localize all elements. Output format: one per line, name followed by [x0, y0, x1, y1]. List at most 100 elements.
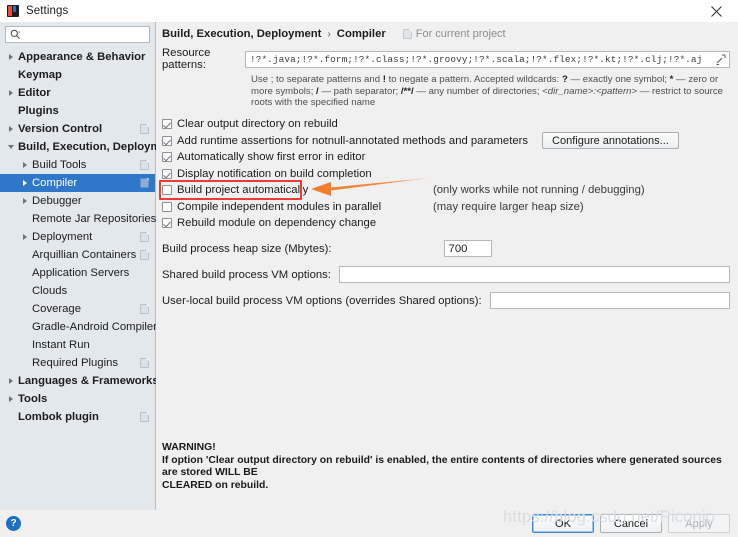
chevron-right-icon[interactable] [4, 90, 18, 96]
chevron-down-icon[interactable] [4, 145, 18, 149]
sidebar-item-label: Lombok plugin [18, 411, 99, 423]
warning-line-2: CLEARED on rebuild. [162, 479, 269, 491]
sidebar-item-label: Deployment [32, 231, 93, 243]
configure-annotations-button[interactable]: Configure annotations... [542, 132, 679, 150]
field-input-build-process-heap-size[interactable]: 700 [443, 240, 492, 258]
resource-patterns-label: Resource patterns: [162, 47, 211, 71]
sidebar-item-required-plugins[interactable]: Required Plugins [0, 354, 155, 372]
search-input[interactable] [21, 28, 136, 41]
sidebar-item-tools[interactable]: Tools [0, 390, 155, 408]
checkbox-row-compile-independent-modules-in[interactable]: Compile independent modules in parallel (… [162, 198, 738, 215]
resource-patterns-input[interactable]: !?*.java;!?*.form;!?*.class;!?*.groovy;!… [245, 50, 730, 68]
ok-button[interactable]: OK [532, 514, 594, 533]
hint-seg-3: to negate a pattern. Accepted wildcards: [385, 74, 562, 85]
hint-seg-11: — any number of directories; [413, 85, 543, 97]
sidebar-item-keymap[interactable]: Keymap [0, 66, 155, 84]
sidebar-item-coverage[interactable]: Coverage [0, 300, 155, 318]
sidebar-item-application-servers[interactable]: Application Servers [0, 264, 155, 282]
dialog-body: Appearance & Behavior Keymap Editor Plugins… [0, 22, 738, 510]
hint-seg-14: name [351, 97, 376, 109]
checkbox-row-clear-output-directory-on[interactable]: Clear output directory on rebuild [162, 116, 738, 133]
checkbox-automatically-show-first-error[interactable] [162, 152, 172, 163]
title-bar: Settings [0, 0, 738, 22]
checkbox-row-build-project-automatically[interactable]: Build project automatically (only works w… [162, 182, 738, 199]
field-row-build-process-heap-size: Build process heap size (Mbytes): 700 [162, 240, 738, 258]
cancel-button[interactable]: Cancel [600, 514, 662, 533]
breadcrumb-parent[interactable]: Build, Execution, Deployment [162, 28, 321, 40]
sidebar-item-build-execution-deployment[interactable]: Build, Execution, Deployment [0, 138, 177, 156]
chevron-right-icon[interactable] [18, 198, 32, 204]
checkbox-clear-output-directory-on[interactable] [162, 119, 172, 130]
chevron-right-icon[interactable] [4, 396, 18, 402]
sidebar-item-languages-frameworks[interactable]: Languages & Frameworks [0, 372, 159, 390]
checkbox-row-rebuild-module-on-dependency[interactable]: Rebuild module on dependency change [162, 215, 738, 232]
sidebar-item-plugins[interactable]: Plugins [0, 102, 155, 120]
settings-tree: Appearance & Behavior Keymap Editor Plugins… [0, 48, 177, 426]
compiler-options-list: Clear output directory on rebuild Add run… [156, 116, 738, 232]
sidebar-item-version-control[interactable]: Version Control [0, 120, 155, 138]
field-label: Shared build process VM options: [162, 268, 331, 281]
sidebar-item-label: Keymap [18, 69, 62, 81]
checkbox-note: (may require larger heap size) [433, 200, 584, 213]
breadcrumb-separator: › [327, 28, 331, 40]
close-icon[interactable] [694, 0, 738, 22]
checkbox-label: Build project automatically [177, 184, 309, 197]
checkbox-row-display-notification-on-build[interactable]: Display notification on build completion [162, 165, 738, 182]
checkbox-label: Rebuild module on dependency change [177, 217, 377, 230]
field-input-user-local-build-process[interactable] [489, 292, 730, 310]
sidebar-item-editor[interactable]: Editor [0, 84, 155, 102]
sidebar-item-compiler[interactable]: Compiler [0, 174, 155, 192]
checkbox-display-notification-on-build[interactable] [162, 168, 172, 179]
sidebar-item-instant-run[interactable]: Instant Run [0, 336, 155, 354]
chevron-right-icon[interactable] [4, 126, 18, 132]
sidebar-item-remote-jar-repositories[interactable]: Remote Jar Repositories [0, 210, 166, 228]
apply-button: Apply [668, 514, 730, 533]
sidebar-item-label: Appearance & Behavior [18, 51, 146, 63]
hint-seg-9: — path separator; [318, 85, 401, 97]
chevron-right-icon[interactable] [18, 162, 32, 168]
sidebar-item-label: Arquillian Containers [32, 249, 137, 261]
checkbox-row-add-runtime-assertions-for[interactable]: Add runtime assertions for notnull-annot… [162, 132, 738, 150]
sidebar-search [0, 22, 155, 43]
project-badge-icon [140, 160, 149, 170]
warning-heading: WARNING! [162, 442, 216, 454]
chevron-right-icon[interactable] [18, 234, 32, 240]
warning-text: WARNING! If option 'Clear output directo… [162, 442, 728, 492]
sidebar-item-lombok-plugin[interactable]: Lombok plugin [0, 408, 155, 426]
checkbox-add-runtime-assertions-for[interactable] [162, 135, 172, 146]
compiler-fields: Build process heap size (Mbytes): 700 Shar… [156, 240, 738, 310]
sidebar-item-label: Gradle-Android Compiler [32, 321, 157, 333]
resource-patterns-hint: Use ; to separate patterns and ! to nega… [251, 74, 728, 109]
sidebar-item-clouds[interactable]: Clouds [0, 282, 155, 300]
search-box[interactable] [5, 26, 150, 43]
chevron-right-icon[interactable] [4, 378, 18, 384]
checkbox-compile-independent-modules-in[interactable] [162, 201, 172, 212]
chevron-right-icon[interactable] [4, 54, 18, 60]
sidebar-item-label: Application Servers [32, 267, 130, 279]
chevron-right-icon[interactable] [18, 180, 32, 186]
project-scope-label: For current project [415, 28, 506, 40]
hint-seg-5: — exactly one symbol; [567, 74, 670, 85]
checkbox-rebuild-module-on-dependency[interactable] [162, 218, 172, 229]
expand-icon[interactable] [716, 54, 726, 65]
sidebar-item-build-tools[interactable]: Build Tools [0, 156, 155, 174]
hint-seg-10: /**/ [400, 85, 414, 97]
hint-seg-1: Use ; to separate patterns and [251, 74, 383, 85]
sidebar-item-arquillian-containers[interactable]: Arquillian Containers [0, 246, 155, 264]
checkbox-build-project-automatically[interactable] [162, 185, 172, 196]
project-badge-icon [140, 124, 149, 134]
sidebar-item-appearance-behavior[interactable]: Appearance & Behavior [0, 48, 155, 66]
sidebar-item-label: Editor [18, 87, 51, 99]
sidebar-item-gradle-android-compiler[interactable]: Gradle-Android Compiler [0, 318, 166, 336]
field-row-user-local-build-process: User-local build process VM options (ove… [162, 292, 738, 310]
help-icon[interactable]: ? [6, 516, 21, 531]
sidebar-item-debugger[interactable]: Debugger [0, 192, 155, 210]
settings-dialog: Settings Appearance & Behavior Keymap Ed… [0, 0, 738, 537]
checkbox-row-automatically-show-first-error[interactable]: Automatically show first error in editor [162, 149, 738, 166]
project-badge-icon [140, 232, 149, 242]
sidebar-item-deployment[interactable]: Deployment [0, 228, 155, 246]
sidebar-item-label: Version Control [18, 123, 103, 135]
warning-line-1: If option 'Clear output directory on reb… [162, 454, 722, 479]
field-label: Build process heap size (Mbytes): [162, 242, 332, 255]
field-input-shared-build-process-vm[interactable] [338, 266, 730, 284]
